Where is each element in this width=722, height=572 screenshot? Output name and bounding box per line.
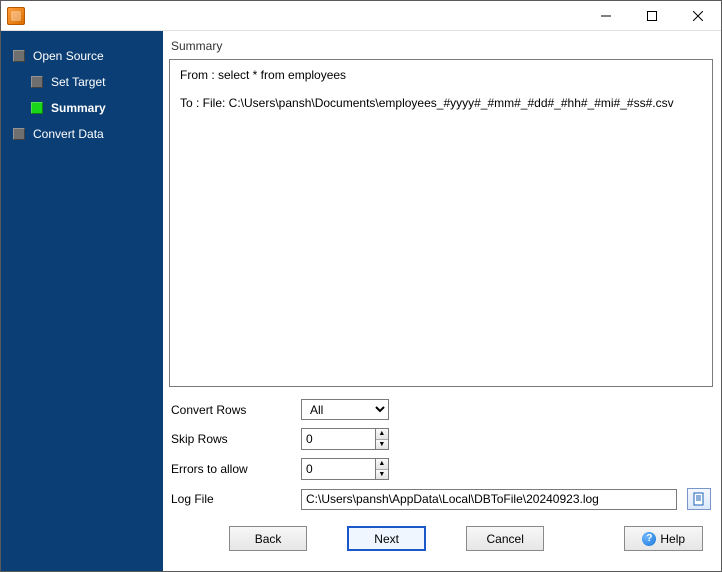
step-label: Summary <box>51 101 106 115</box>
close-icon <box>693 11 703 21</box>
options-form: Convert Rows All Skip Rows ▲ ▼ <box>169 391 713 512</box>
step-label: Open Source <box>33 49 104 63</box>
errors-to-allow-label: Errors to allow <box>171 462 291 476</box>
minimize-icon <box>601 11 611 21</box>
summary-textarea[interactable]: From : select * from employees To : File… <box>169 59 713 387</box>
browse-log-file-button[interactable] <box>687 488 711 510</box>
spinner-up-icon[interactable]: ▲ <box>376 459 388 470</box>
wizard-button-bar: Back Next Cancel ? Help <box>169 516 713 563</box>
step-set-target[interactable]: Set Target <box>1 69 163 95</box>
step-indicator-icon <box>31 102 43 114</box>
step-indicator-icon <box>13 128 25 140</box>
maximize-button[interactable] <box>629 1 675 31</box>
app-icon <box>7 7 25 25</box>
help-icon: ? <box>642 532 656 546</box>
wizard-steps-sidebar: Open Source Set Target Summary Convert D… <box>1 31 163 571</box>
close-button[interactable] <box>675 1 721 31</box>
summary-heading: Summary <box>169 37 713 55</box>
convert-rows-select[interactable]: All <box>301 399 389 420</box>
cancel-button[interactable]: Cancel <box>466 526 545 551</box>
errors-to-allow-spinner[interactable]: ▲ ▼ <box>301 458 389 480</box>
skip-rows-label: Skip Rows <box>171 432 291 446</box>
step-indicator-icon <box>13 50 25 62</box>
step-label: Convert Data <box>33 127 104 141</box>
titlebar <box>1 1 721 31</box>
spinner-up-icon[interactable]: ▲ <box>376 429 388 440</box>
skip-rows-input[interactable] <box>302 429 375 449</box>
file-browse-icon <box>692 492 706 506</box>
errors-to-allow-input[interactable] <box>302 459 375 479</box>
step-label: Set Target <box>51 75 105 89</box>
step-convert-data[interactable]: Convert Data <box>1 121 163 147</box>
minimize-button[interactable] <box>583 1 629 31</box>
spinner-down-icon[interactable]: ▼ <box>376 440 388 450</box>
log-file-label: Log File <box>171 492 291 506</box>
main-panel: Summary From : select * from employees T… <box>163 31 721 571</box>
back-button[interactable]: Back <box>229 526 308 551</box>
maximize-icon <box>647 11 657 21</box>
log-file-input[interactable] <box>301 489 677 510</box>
help-button[interactable]: ? Help <box>624 526 703 551</box>
spinner-down-icon[interactable]: ▼ <box>376 470 388 480</box>
summary-to-line: To : File: C:\Users\pansh\Documents\empl… <box>180 96 674 110</box>
skip-rows-spinner[interactable]: ▲ ▼ <box>301 428 389 450</box>
step-summary[interactable]: Summary <box>1 95 163 121</box>
step-open-source[interactable]: Open Source <box>1 43 163 69</box>
next-button[interactable]: Next <box>347 526 426 551</box>
step-indicator-icon <box>31 76 43 88</box>
summary-from-line: From : select * from employees <box>180 68 346 82</box>
convert-rows-label: Convert Rows <box>171 403 291 417</box>
wizard-window: Open Source Set Target Summary Convert D… <box>0 0 722 572</box>
content-area: Open Source Set Target Summary Convert D… <box>1 31 721 571</box>
